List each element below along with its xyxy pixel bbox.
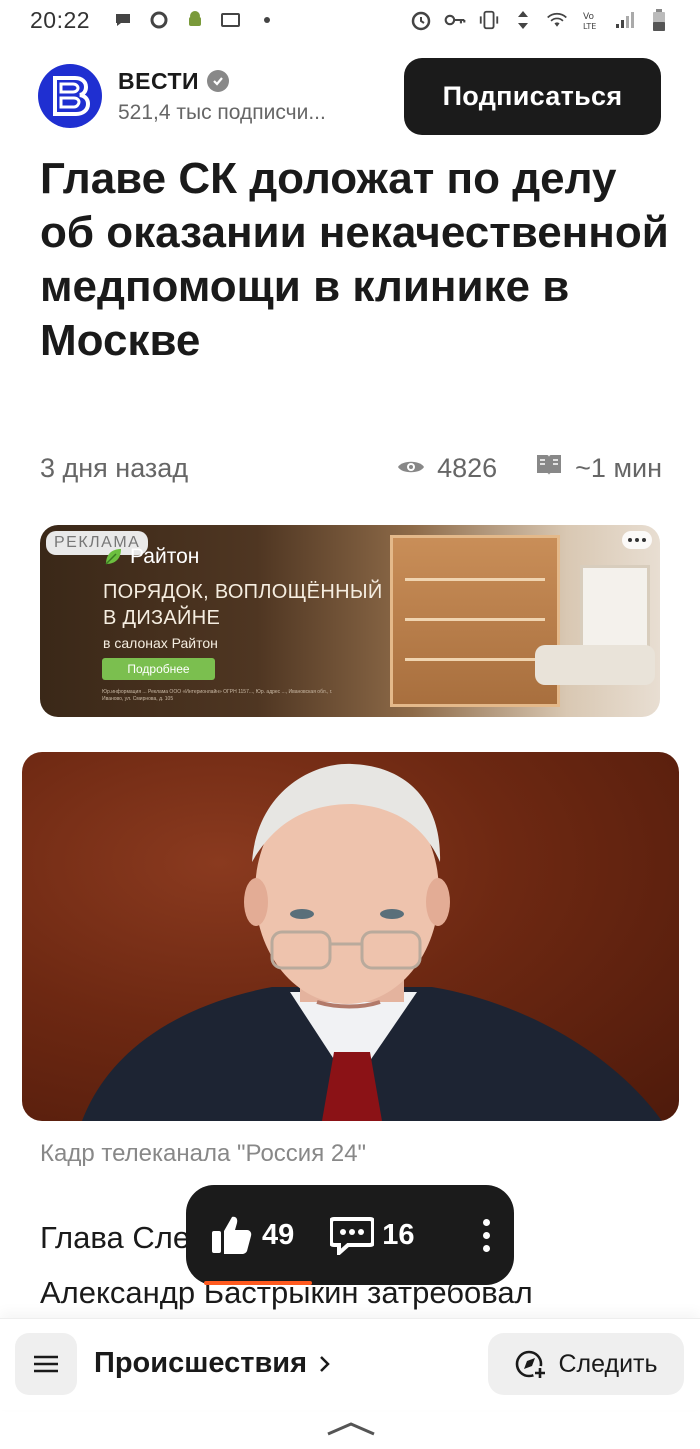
photo-caption: Кадр телеканала "Россия 24" (40, 1140, 367, 1167)
reactions-bar: 49 16 (186, 1185, 514, 1285)
comment-icon (330, 1217, 375, 1255)
comment-count: 16 (382, 1218, 415, 1251)
read-time: ~1 мин (575, 452, 662, 483)
thumbs-up-icon (212, 1216, 252, 1254)
status-bar: 20:22 Vo LTE (0, 0, 700, 40)
ad-sofa-illustration (535, 645, 655, 685)
dot-icon (256, 9, 278, 31)
subscriber-count: 521,4 тыс подписчи... (118, 100, 326, 124)
status-time: 20:22 (30, 6, 91, 33)
category-link[interactable]: Происшествия (94, 1347, 331, 1380)
ad-headline: ПОРЯДОК, ВОПЛОЩЁННЫЙ В ДИЗАЙНЕ (103, 581, 383, 629)
message-icon (148, 9, 170, 31)
menu-button[interactable] (15, 1333, 77, 1395)
like-count: 49 (262, 1218, 295, 1251)
subscribe-button[interactable]: Подписаться (404, 58, 661, 135)
signal-icon (614, 9, 636, 31)
hamburger-icon (34, 1355, 58, 1373)
volte-icon: Vo LTE (580, 9, 602, 31)
comments-button[interactable]: 16 (330, 1215, 415, 1255)
follow-compass-icon (516, 1350, 548, 1380)
android-icon (184, 9, 206, 31)
article-meta: 3 дня назад 4826 ~1 мин (40, 448, 662, 488)
channel-header[interactable]: ВЕСТИ 521,4 тыс подписчи... (38, 64, 326, 128)
bottom-bar: Происшествия Следить (0, 1318, 700, 1410)
verified-icon (207, 70, 230, 92)
swipe-up-handle-icon[interactable] (326, 1420, 376, 1441)
follow-button[interactable]: Следить (488, 1333, 684, 1395)
wifi-icon (546, 9, 568, 31)
ad-subtitle: в салонах Райтон (103, 635, 218, 651)
channel-avatar[interactable] (38, 64, 102, 128)
ad-window-illustration (580, 565, 650, 655)
read-progress-bar (204, 1281, 312, 1285)
vibrate-icon (478, 9, 500, 31)
eye-icon (397, 453, 425, 484)
svg-text:Vo: Vo (583, 12, 594, 22)
battery-icon (648, 9, 670, 31)
view-count: 4826 (437, 452, 498, 483)
channel-name[interactable]: ВЕСТИ (118, 68, 326, 95)
article-photo[interactable] (22, 752, 679, 1121)
svg-text:LTE: LTE (583, 22, 596, 31)
article-title: Главе СК доложат по делу об оказании нек… (40, 154, 669, 365)
publish-date: 3 дня назад (40, 452, 189, 483)
key-icon (444, 9, 466, 31)
leaf-icon (105, 549, 121, 565)
ad-wardrobe-illustration (390, 535, 560, 707)
chat-icon (112, 9, 134, 31)
ad-options-button[interactable] (622, 531, 652, 549)
chevron-right-icon (320, 1355, 330, 1372)
ad-brand: Райтон (102, 545, 199, 569)
book-icon (535, 452, 563, 485)
like-button[interactable]: 49 (210, 1213, 294, 1257)
cast-icon (220, 9, 242, 31)
ad-more-button[interactable]: Подробнее (102, 658, 215, 680)
portrait-illustration (82, 763, 662, 1121)
alarm-icon (410, 9, 432, 31)
ad-legal-text: Юр.информация ... Реклама ООО «Интерионл… (102, 689, 333, 702)
ad-banner[interactable]: РЕКЛАМА Райтон ПОРЯДОК, ВОПЛОЩЁННЫЙ В ДИ… (40, 525, 660, 717)
data-arrows-icon (512, 9, 534, 31)
vesti-logo-icon (53, 76, 91, 116)
more-options-icon[interactable] (483, 1218, 490, 1252)
